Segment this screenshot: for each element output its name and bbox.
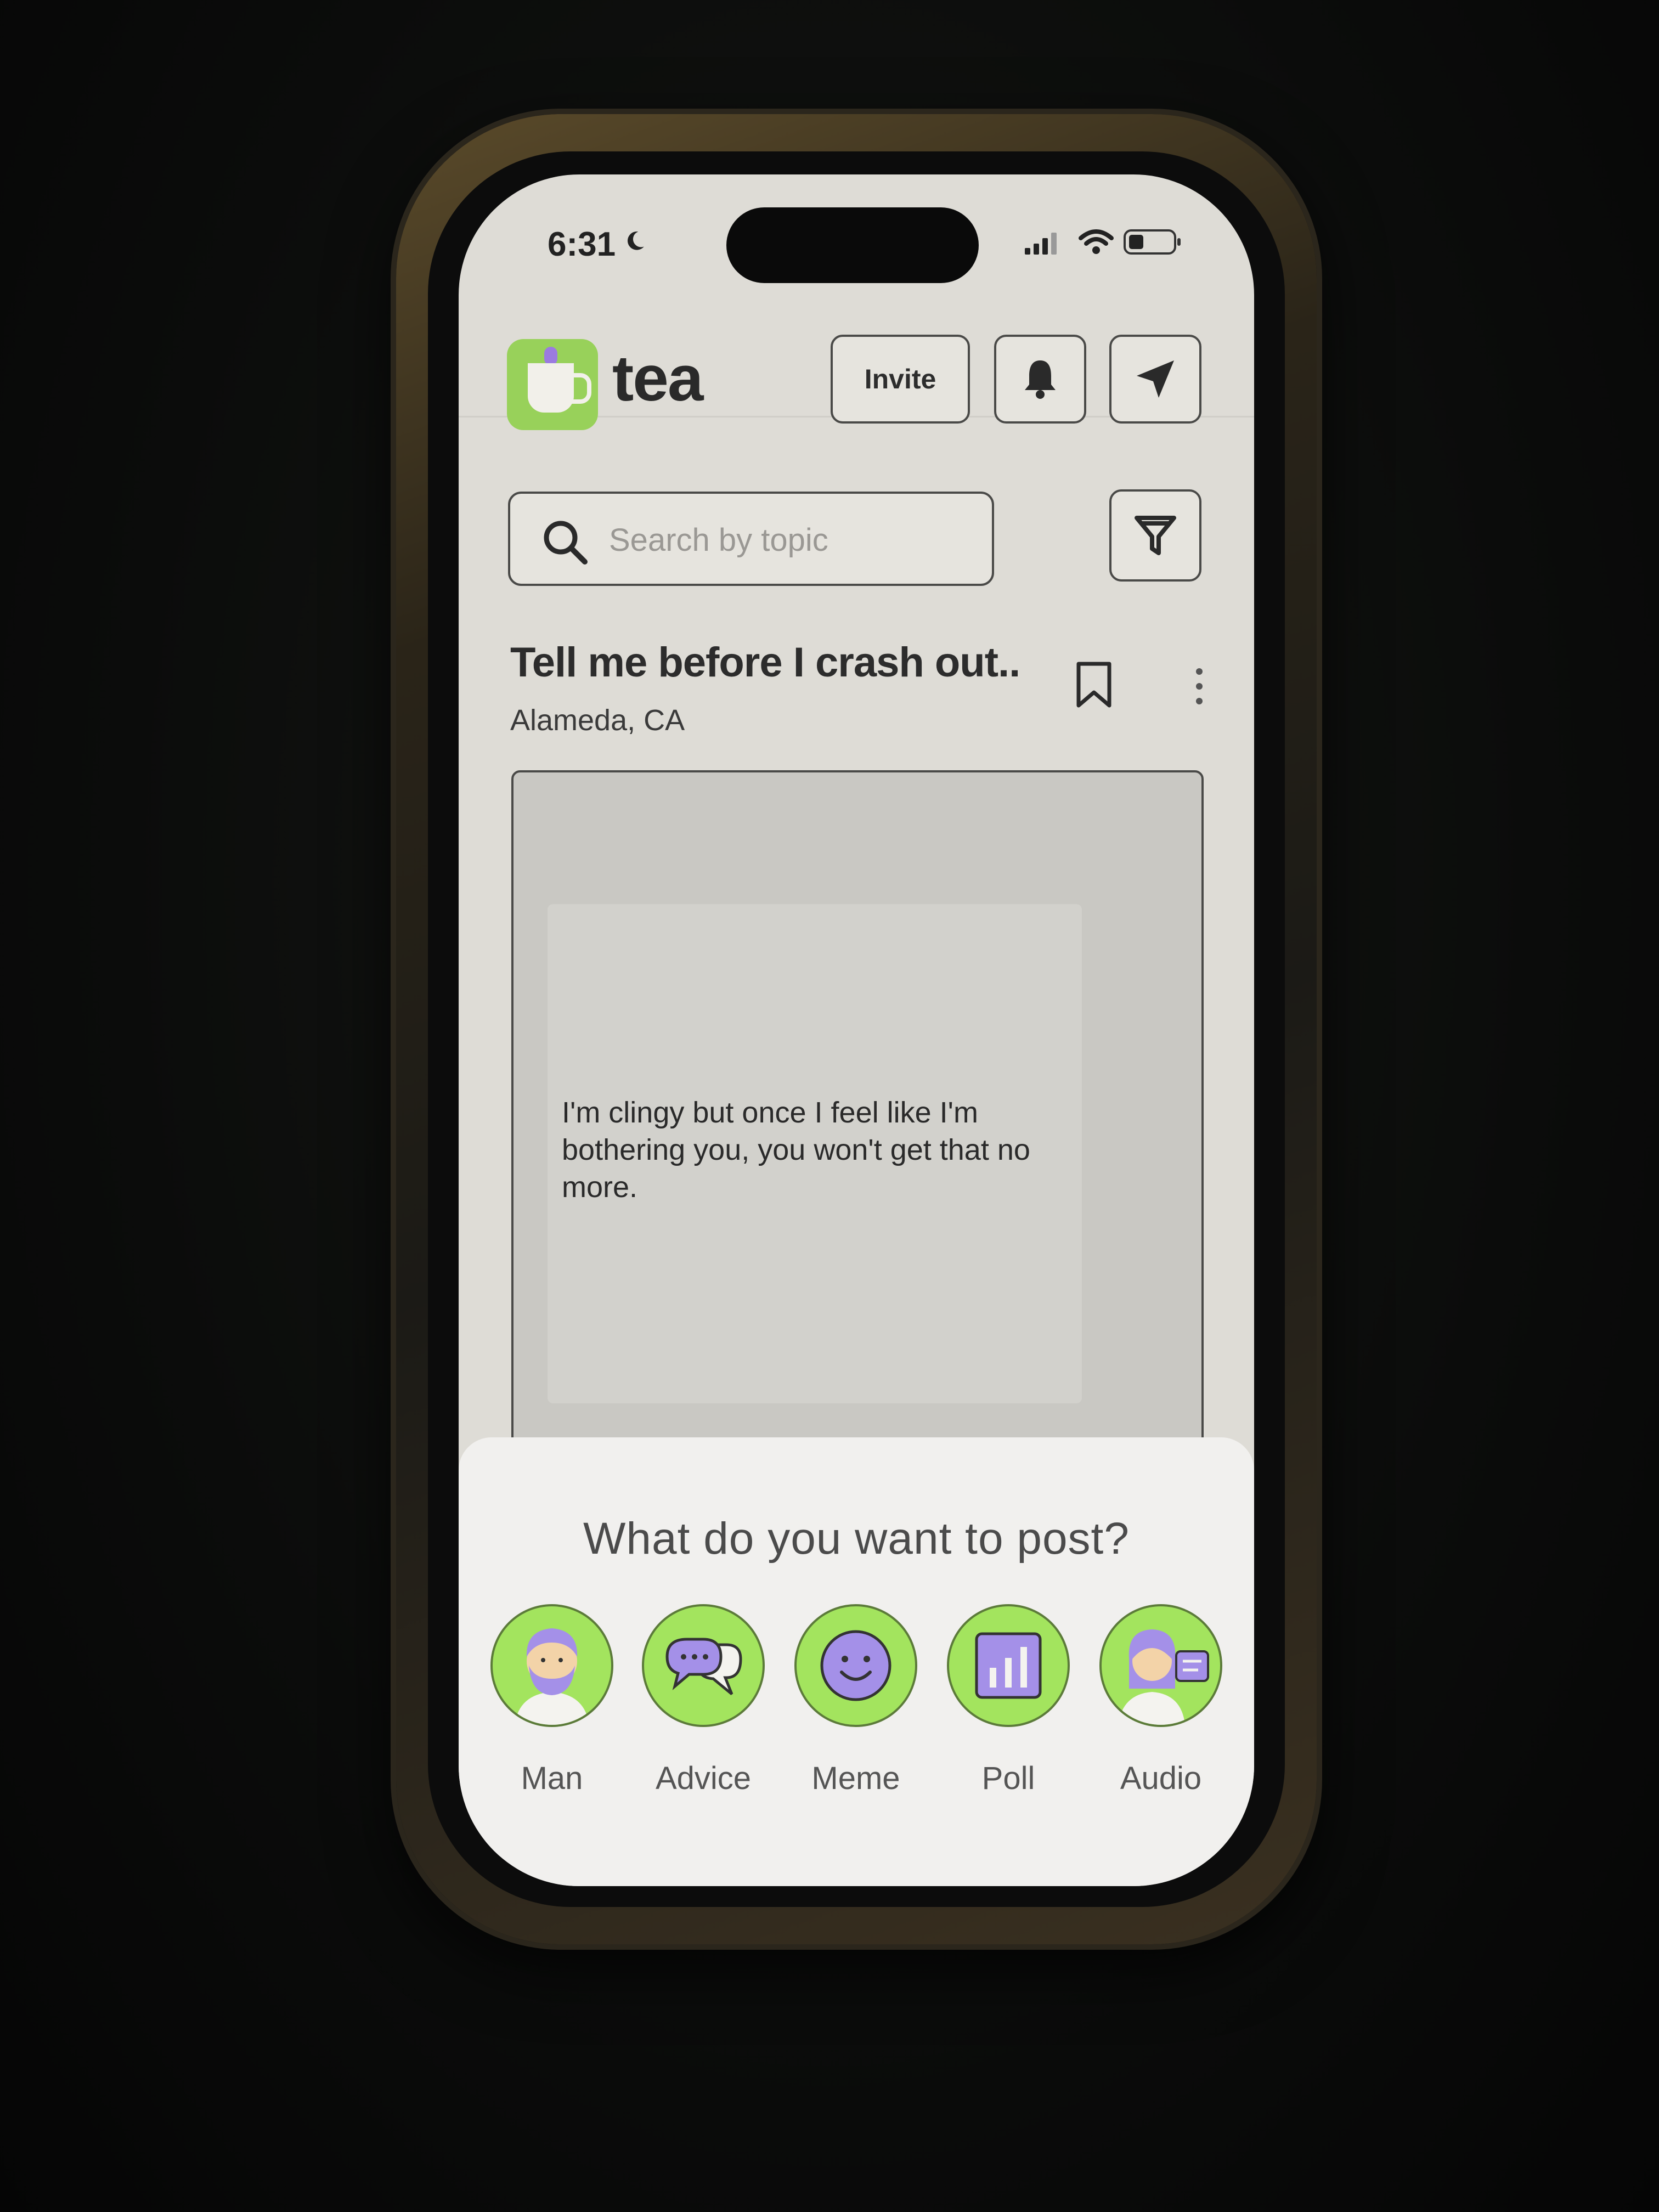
invite-button-label: Invite [864,364,936,394]
paper-plane-icon [1137,360,1174,398]
app-title: tea [612,342,704,415]
notifications-button[interactable] [994,335,1086,424]
moon-icon [628,232,644,250]
post-option-audio[interactable]: Audio [1099,1604,1222,1797]
send-button[interactable] [1109,335,1201,424]
wifi-icon [1079,229,1114,254]
filter-button[interactable] [1109,489,1201,582]
man-avatar-icon [490,1604,613,1727]
post-card[interactable]: I'm clingy but once I feel like I'm both… [511,770,1204,1483]
post-image: I'm clingy but once I feel like I'm both… [548,904,1082,1403]
post-option-audio-label: Audio [1120,1760,1202,1796]
battery-icon [1124,229,1181,255]
post-option-man-label: Man [521,1760,583,1796]
post-option-advice[interactable]: Advice [642,1604,765,1797]
dynamic-island [726,207,979,283]
status-bar: 6:31 [459,174,1254,312]
filter-icon [1135,516,1176,555]
bar-chart-icon [947,1604,1070,1727]
chat-bubbles-icon [642,1604,765,1727]
post-type-sheet: What do you want to post? Man Advice Mem… [459,1437,1254,1886]
status-time: 6:31 [548,225,616,263]
post-option-poll[interactable]: Poll [947,1604,1070,1797]
tea-logo-icon [507,339,598,430]
post-title[interactable]: Tell me before I crash out.. [510,639,1020,686]
search-icon [544,521,588,565]
post-option-man[interactable]: Man [490,1604,613,1797]
post-location: Alameda, CA [510,704,685,737]
invite-button[interactable]: Invite [831,335,970,424]
woman-audio-icon [1099,1604,1222,1727]
post-option-poll-label: Poll [981,1760,1035,1796]
bookmark-icon[interactable] [1075,661,1113,709]
post-option-meme-label: Meme [811,1760,900,1796]
cellular-signal-icon [1025,233,1057,255]
search-input[interactable] [608,516,972,564]
post-text: I'm clingy but once I feel like I'm both… [562,1096,1030,1204]
post-option-meme[interactable]: Meme [794,1604,917,1797]
more-options-icon[interactable] [1194,667,1205,706]
phone-screen: 6:31 tea Invite Search by topic Tell me … [459,174,1254,1886]
bell-icon [1025,360,1056,399]
smiley-icon [794,1604,917,1727]
post-option-advice-label: Advice [655,1760,752,1796]
sheet-title: What do you want to post? [583,1514,1130,1564]
search-bar[interactable] [508,492,994,586]
